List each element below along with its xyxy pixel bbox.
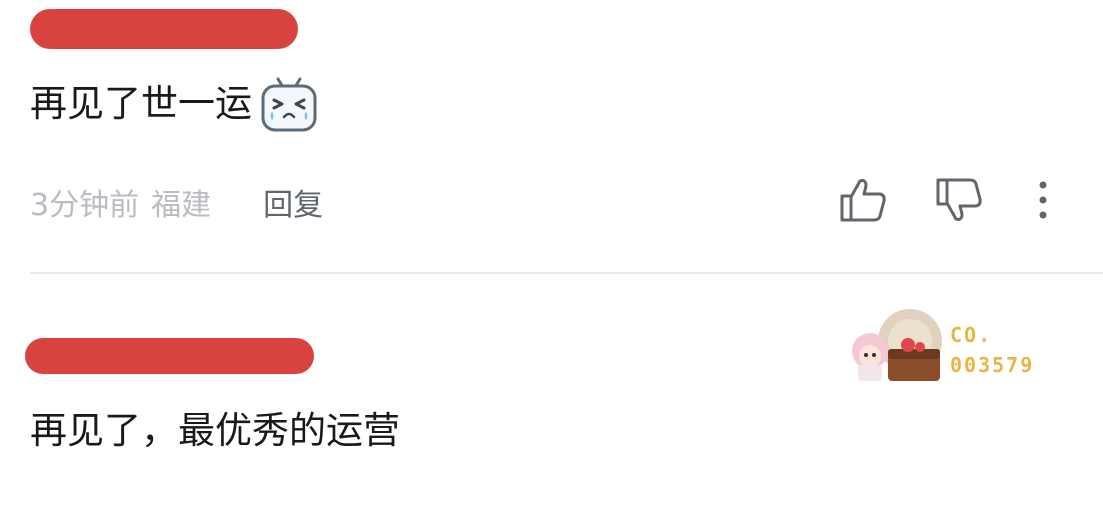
crying-face-emoji-icon (261, 77, 317, 132)
redacted-username[interactable] (25, 338, 314, 374)
comment-item: 再见了世一运 3分钟前 福建 回复 (0, 0, 1103, 272)
fan-badge-character-icon (852, 309, 942, 381)
comment-meta: 3分钟前 福建 回复 (30, 180, 323, 224)
fan-badge[interactable]: CO. 003579 (848, 301, 1058, 391)
thumbs-up-icon[interactable] (838, 176, 888, 224)
comment-text: 再见了世一运 (30, 75, 318, 133)
comment-text: 再见了，最优秀的运营 (30, 409, 400, 452)
comment-time: 3分钟前 (30, 188, 140, 223)
comment-location: 福建 (151, 188, 212, 223)
more-options-icon[interactable] (1028, 176, 1058, 224)
fan-badge-number: 003579 (950, 353, 1035, 377)
fan-badge-label: CO. (950, 323, 993, 347)
redacted-username[interactable] (30, 9, 298, 49)
comment-item: CO. 003579 再见了，最优秀的运营 (0, 273, 1103, 509)
reply-button[interactable]: 回复 (263, 180, 323, 224)
comment-text-content: 再见了世一运 (30, 82, 252, 125)
thumbs-down-icon[interactable] (934, 176, 984, 224)
